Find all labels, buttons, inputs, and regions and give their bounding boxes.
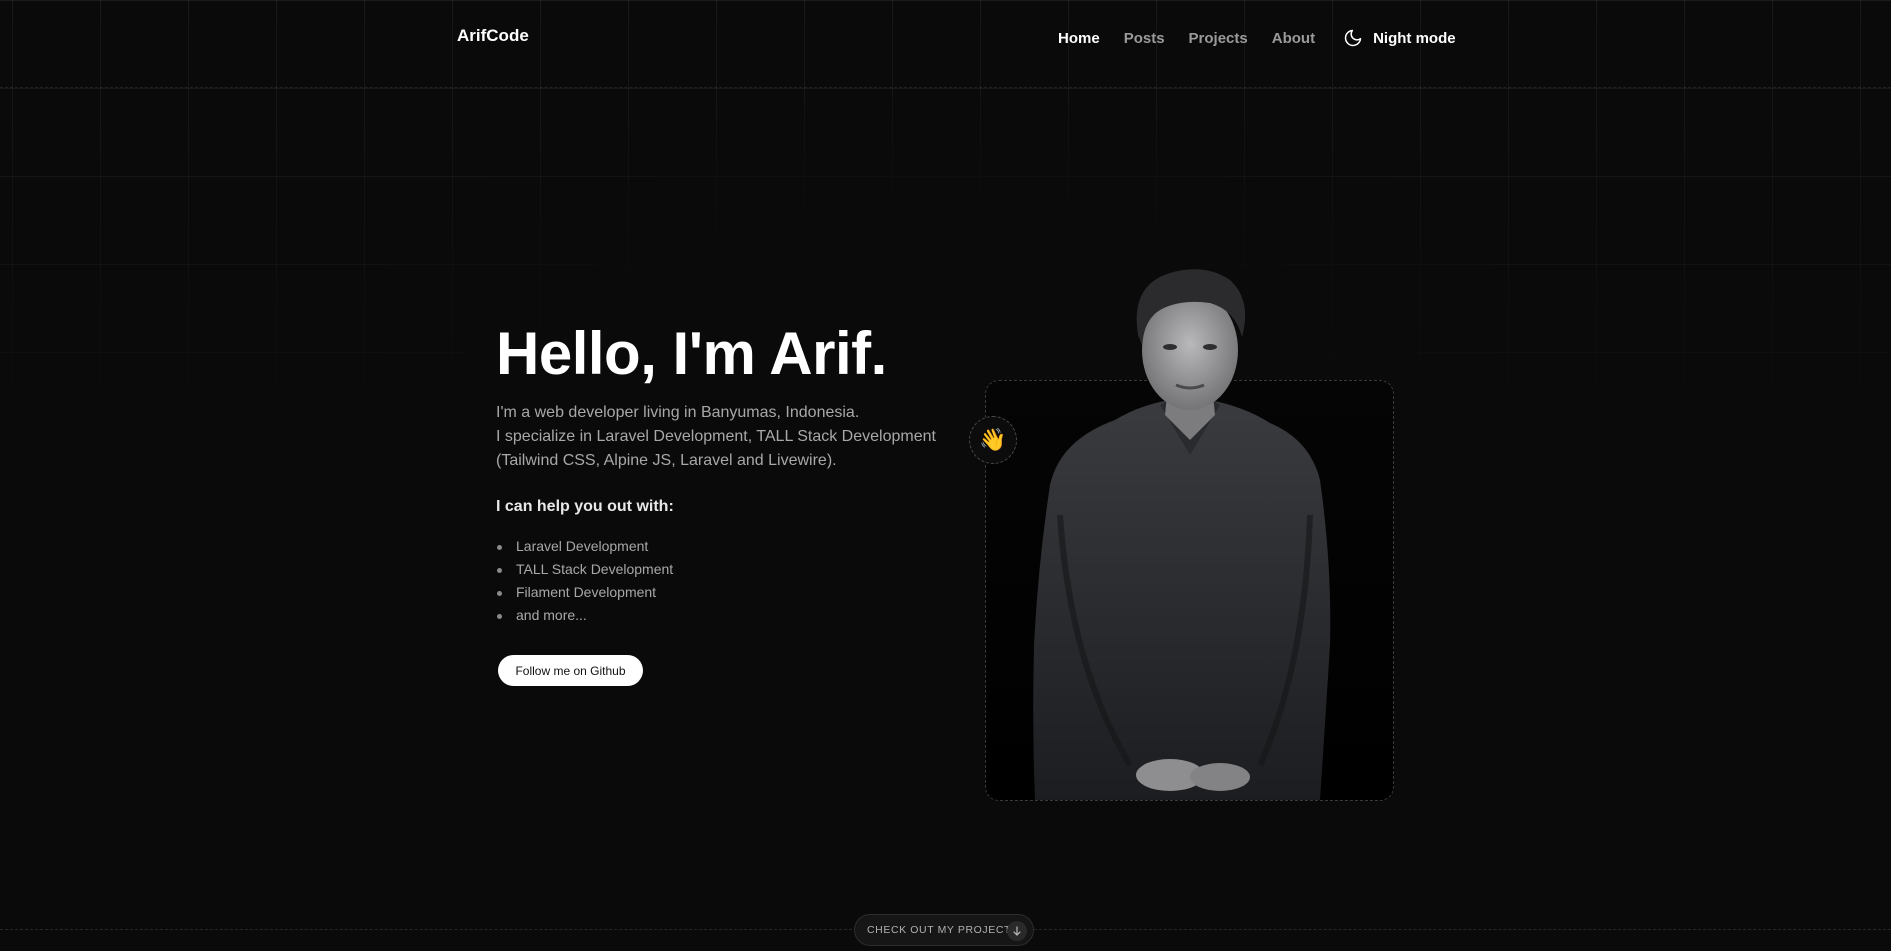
hero-title: Hello, I'm Arif. <box>496 320 887 387</box>
nav-posts[interactable]: Posts <box>1124 30 1165 47</box>
wave-emoji: 👋 <box>979 427 1007 453</box>
night-mode-toggle[interactable]: Night mode <box>1343 28 1456 48</box>
service-item: TALL Stack Development <box>496 558 673 581</box>
projects-cta-label: CHECK OUT MY PROJECTS <box>867 924 1019 936</box>
description-line: I'm a web developer living in Banyumas, … <box>496 404 860 421</box>
help-heading: I can help you out with: <box>496 498 674 515</box>
header-divider <box>0 87 1891 88</box>
service-item: Laravel Development <box>496 535 673 558</box>
nav-home[interactable]: Home <box>1058 30 1100 47</box>
service-item: and more... <box>496 604 673 627</box>
check-out-projects-button[interactable]: CHECK OUT MY PROJECTS <box>854 914 1034 946</box>
arrow-down-icon <box>1007 921 1027 941</box>
follow-github-button[interactable]: Follow me on Github <box>498 655 643 686</box>
moon-icon <box>1344 29 1362 47</box>
description-line: I specialize in Laravel Development, TAL… <box>496 428 936 445</box>
hero-description: I'm a web developer living in Banyumas, … <box>496 401 966 473</box>
page: ArifCode Home Posts Projects About Night… <box>0 0 1891 951</box>
service-item: Filament Development <box>496 581 673 604</box>
wave-badge: 👋 <box>969 416 1017 464</box>
services-list: Laravel Development TALL Stack Developme… <box>496 535 673 627</box>
nav-projects[interactable]: Projects <box>1189 30 1248 47</box>
night-mode-label: Night mode <box>1373 29 1456 47</box>
nav-about[interactable]: About <box>1272 30 1315 47</box>
portrait-image <box>1033 269 1331 800</box>
description-line: (Tailwind CSS, Alpine JS, Laravel and Li… <box>496 452 837 469</box>
main-nav: Home Posts Projects About Night mode <box>1058 28 1456 48</box>
site-logo[interactable]: ArifCode <box>457 26 529 46</box>
